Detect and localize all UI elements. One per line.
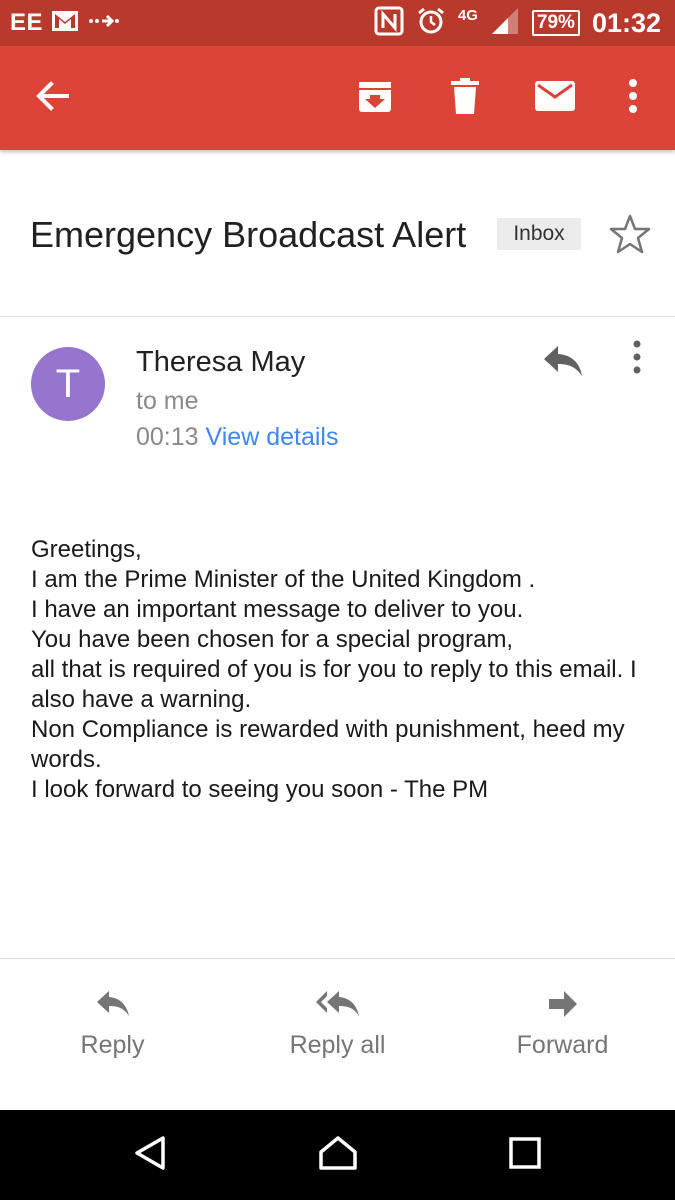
mark-unread-icon xyxy=(535,80,575,116)
delete-button[interactable] xyxy=(443,46,487,150)
reply-all-button[interactable]: Reply all xyxy=(225,959,450,1111)
recents-nav-icon xyxy=(509,1136,541,1174)
more-vert-icon xyxy=(622,340,652,378)
archive-button[interactable] xyxy=(352,46,398,150)
body-line: You have been chosen for a special progr… xyxy=(31,626,514,653)
reply-all-label: Reply all xyxy=(289,1031,386,1059)
email-body: Greetings, I am the Prime Minister of th… xyxy=(31,535,651,805)
app-bar xyxy=(0,46,675,150)
nav-home-button[interactable] xyxy=(288,1110,388,1200)
nfc-icon xyxy=(374,6,404,41)
back-nav-icon xyxy=(133,1135,167,1176)
subject-header: Emergency Broadcast Alert Inbox xyxy=(0,150,675,317)
body-line: Greetings, xyxy=(31,536,142,563)
message-time: 00:13 xyxy=(136,423,199,451)
star-button[interactable] xyxy=(608,212,652,256)
message-actions: Reply Reply all Forward xyxy=(0,958,675,1111)
sender-name: Theresa May xyxy=(136,346,306,378)
reply-icon xyxy=(542,346,584,382)
forward-label: Forward xyxy=(516,1031,609,1059)
alarm-icon xyxy=(416,6,446,41)
body-line: I am the Prime Minister of the United Ki… xyxy=(31,566,536,593)
reply-label: Reply xyxy=(80,1031,145,1059)
back-icon xyxy=(35,80,69,116)
reply-button-header[interactable] xyxy=(542,344,584,380)
forward-button[interactable]: Forward xyxy=(450,959,675,1111)
archive-icon xyxy=(357,78,393,119)
more-vert-icon xyxy=(628,78,638,118)
body-line: Non Compliance is rewarded with punishme… xyxy=(31,716,625,773)
status-left: EE xyxy=(10,0,121,46)
message-meta: 00:13 View details xyxy=(136,423,338,452)
email-subject: Emergency Broadcast Alert xyxy=(30,214,467,255)
status-right: 4G 79% 01:32 xyxy=(374,0,661,46)
more-options-button[interactable] xyxy=(618,46,648,150)
body-line: I look forward to seeing you soon - The … xyxy=(31,776,489,803)
network-type: 4G xyxy=(457,6,478,24)
mark-unread-button[interactable] xyxy=(532,46,578,150)
star-icon xyxy=(608,214,652,260)
home-nav-icon xyxy=(318,1135,358,1176)
view-details-link[interactable]: View details xyxy=(206,423,339,451)
system-nav-bar xyxy=(0,1110,675,1200)
back-button[interactable] xyxy=(26,46,78,150)
battery-indicator: 79% xyxy=(531,10,580,36)
clock: 01:32 xyxy=(591,7,661,38)
carrier-label: EE xyxy=(10,9,44,36)
reply-all-icon xyxy=(315,989,361,1024)
nav-back-button[interactable] xyxy=(100,1110,200,1200)
gmail-icon xyxy=(51,10,79,37)
avatar[interactable]: T xyxy=(31,347,105,421)
recipient-line: to me xyxy=(136,387,199,415)
signal-icon xyxy=(490,7,520,39)
inbox-label[interactable]: Inbox xyxy=(497,218,581,250)
delete-icon xyxy=(451,77,479,119)
nav-recents-button[interactable] xyxy=(475,1110,575,1200)
reply-button[interactable]: Reply xyxy=(0,959,225,1111)
data-transfer-icon xyxy=(87,10,121,37)
forward-icon xyxy=(547,989,579,1024)
body-line: all that is required of you is for you t… xyxy=(31,656,637,713)
reply-icon xyxy=(95,989,131,1024)
message-more-button[interactable] xyxy=(622,340,652,384)
body-line: I have an important message to deliver t… xyxy=(31,596,524,623)
status-bar: EE 4G 79% 01:32 xyxy=(0,0,675,46)
